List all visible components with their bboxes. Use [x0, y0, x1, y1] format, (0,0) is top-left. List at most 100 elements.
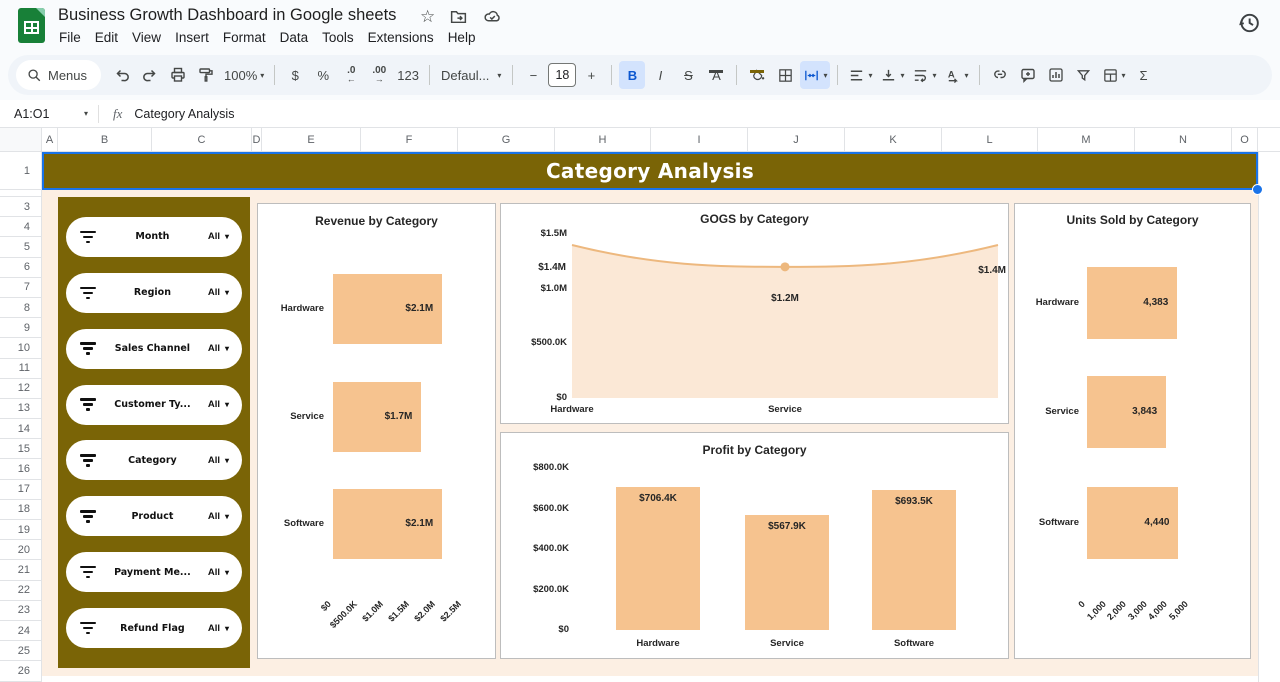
redo-button[interactable] — [137, 61, 163, 89]
column-header-N[interactable]: N — [1135, 128, 1232, 152]
filter-value-dropdown[interactable]: All▾ — [208, 287, 229, 298]
chart-revenue-by-category[interactable]: Revenue by CategoryHardware$2.1MService$… — [257, 203, 496, 659]
filter-value-dropdown[interactable]: All▾ — [208, 511, 229, 522]
increase-font-size-button[interactable]: + — [578, 61, 604, 89]
filter-value-dropdown[interactable]: All▾ — [208, 399, 229, 410]
formula-input[interactable]: Category Analysis — [134, 107, 234, 121]
column-header-H[interactable]: H — [555, 128, 651, 152]
filter-value-dropdown[interactable]: All▾ — [208, 455, 229, 466]
font-family-select[interactable]: Defaul...▾ — [437, 61, 505, 89]
vertical-align-button[interactable]: ▾ — [877, 61, 907, 89]
row-header-13[interactable]: 13 — [0, 399, 42, 419]
filter-value-dropdown[interactable]: All▾ — [208, 623, 229, 634]
row-header-14[interactable]: 14 — [0, 419, 42, 439]
row-header-5[interactable]: 5 — [0, 237, 42, 257]
column-header-G[interactable]: G — [458, 128, 555, 152]
functions-button[interactable]: Σ — [1131, 61, 1157, 89]
row-header-25[interactable]: 25 — [0, 641, 42, 661]
row-header-19[interactable]: 19 — [0, 520, 42, 540]
menu-file[interactable]: File — [52, 27, 88, 48]
chart-units-sold-by-category[interactable]: Units Sold by CategoryHardware4,383Servi… — [1014, 203, 1251, 659]
row-header-15[interactable]: 15 — [0, 439, 42, 459]
select-all-corner[interactable] — [0, 128, 42, 152]
row-header-2[interactable] — [0, 190, 42, 197]
menus-search-button[interactable]: Menus — [16, 60, 101, 90]
insert-link-button[interactable] — [987, 61, 1013, 89]
borders-button[interactable] — [772, 61, 798, 89]
row-header-18[interactable]: 18 — [0, 500, 42, 520]
chart-profit-by-category[interactable]: Profit by Category$800.0K$600.0K$400.0K$… — [500, 432, 1009, 659]
column-header-E[interactable]: E — [262, 128, 361, 152]
row-header-11[interactable]: 11 — [0, 359, 42, 379]
row-header-20[interactable]: 20 — [0, 540, 42, 560]
create-filter-button[interactable] — [1071, 61, 1097, 89]
column-header-A[interactable]: A — [42, 128, 58, 152]
text-rotation-button[interactable]: A▾ — [942, 61, 972, 89]
row-header-24[interactable]: 24 — [0, 621, 42, 641]
undo-button[interactable] — [109, 61, 135, 89]
filter-pill-category[interactable]: CategoryAll▾ — [66, 440, 242, 480]
row-header-26[interactable]: 26 — [0, 661, 42, 681]
format-currency-button[interactable]: $ — [282, 61, 308, 89]
row-header-23[interactable]: 23 — [0, 601, 42, 621]
paint-format-button[interactable] — [193, 61, 219, 89]
column-header-M[interactable]: M — [1038, 128, 1135, 152]
decrease-font-size-button[interactable]: − — [520, 61, 546, 89]
filter-value-dropdown[interactable]: All▾ — [208, 567, 229, 578]
print-button[interactable] — [165, 61, 191, 89]
row-header-7[interactable]: 7 — [0, 278, 42, 298]
column-header-K[interactable]: K — [845, 128, 942, 152]
column-header-B[interactable]: B — [58, 128, 152, 152]
column-header-J[interactable]: J — [748, 128, 845, 152]
more-formats-button[interactable]: 123 — [394, 61, 422, 89]
row-header-12[interactable]: 12 — [0, 379, 42, 399]
move-folder-icon[interactable] — [449, 7, 468, 26]
horizontal-align-button[interactable]: ▾ — [845, 61, 875, 89]
filter-pill-customer-ty-[interactable]: Customer Ty...All▾ — [66, 385, 242, 425]
menu-format[interactable]: Format — [216, 27, 273, 48]
menu-edit[interactable]: Edit — [88, 27, 125, 48]
column-header-O[interactable]: O — [1232, 128, 1258, 152]
filter-value-dropdown[interactable]: All▾ — [208, 231, 229, 242]
bold-button[interactable]: B — [619, 61, 645, 89]
merge-cells-button[interactable]: ▾ — [800, 61, 830, 89]
banner-cell-a1[interactable]: Category Analysis — [42, 152, 1258, 190]
insert-table-button[interactable]: ▾ — [1099, 61, 1129, 89]
row-header-22[interactable]: 22 — [0, 581, 42, 601]
row-header-3[interactable]: 3 — [0, 197, 42, 217]
column-header-F[interactable]: F — [361, 128, 458, 152]
column-header-C[interactable]: C — [152, 128, 252, 152]
strikethrough-button[interactable]: S — [675, 61, 701, 89]
filter-pill-sales-channel[interactable]: Sales ChannelAll▾ — [66, 329, 242, 369]
insert-chart-button[interactable] — [1043, 61, 1069, 89]
menu-view[interactable]: View — [125, 27, 168, 48]
document-title[interactable]: Business Growth Dashboard in Google shee… — [58, 6, 396, 25]
name-box[interactable]: A1:O1 ▾ — [0, 107, 98, 121]
row-header-10[interactable]: 10 — [0, 338, 42, 358]
sheets-logo-icon[interactable] — [18, 8, 45, 43]
zoom-select[interactable]: 100%▾ — [221, 61, 267, 89]
column-header-D[interactable]: D — [252, 128, 262, 152]
row-header-17[interactable]: 17 — [0, 480, 42, 500]
filter-pill-month[interactable]: MonthAll▾ — [66, 217, 242, 257]
text-wrap-button[interactable]: ▾ — [909, 61, 939, 89]
text-color-button[interactable]: A — [703, 61, 729, 89]
format-percent-button[interactable]: % — [310, 61, 336, 89]
row-header-1[interactable]: 1 — [0, 152, 42, 190]
font-size-input[interactable]: 18 — [548, 63, 576, 87]
column-header-I[interactable]: I — [651, 128, 748, 152]
italic-button[interactable]: I — [647, 61, 673, 89]
row-header-16[interactable]: 16 — [0, 459, 42, 479]
row-header-4[interactable]: 4 — [0, 217, 42, 237]
insert-comment-button[interactable] — [1015, 61, 1041, 89]
increase-decimals-button[interactable]: .00→ — [366, 61, 392, 89]
menu-help[interactable]: Help — [441, 27, 483, 48]
filter-pill-payment-me-[interactable]: Payment Me...All▾ — [66, 552, 242, 592]
row-header-9[interactable]: 9 — [0, 318, 42, 338]
fill-color-button[interactable] — [744, 61, 770, 89]
row-header-21[interactable]: 21 — [0, 560, 42, 580]
decrease-decimals-button[interactable]: .0← — [338, 61, 364, 89]
chart-gogs-by-category[interactable]: GOGS by Category$1.5M$1.0M$500.0K$0$1.4M… — [500, 203, 1009, 424]
menu-data[interactable]: Data — [273, 27, 316, 48]
selection-fill-handle[interactable] — [1252, 184, 1263, 195]
